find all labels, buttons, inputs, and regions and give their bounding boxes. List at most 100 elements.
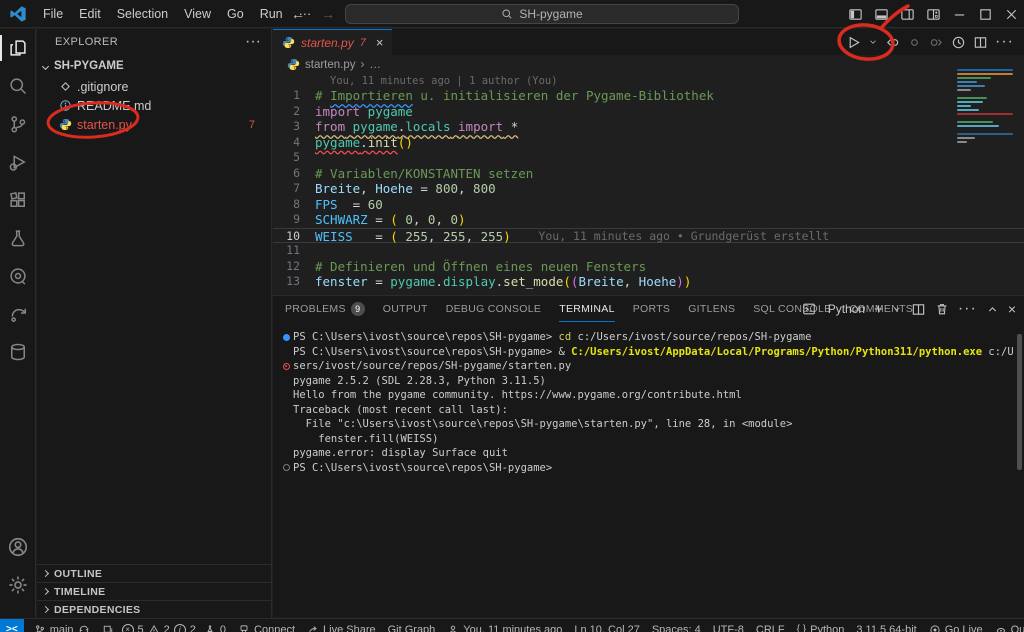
- status-encoding[interactable]: UTF-8: [707, 619, 750, 632]
- panel-tab-ports[interactable]: PORTS: [633, 296, 670, 322]
- status-text: main: [50, 624, 74, 632]
- project-name: SH-PYGAME: [54, 60, 124, 72]
- section-dependencies[interactable]: DEPENDENCIES: [37, 600, 272, 618]
- status-indentation[interactable]: Spaces: 4: [646, 619, 707, 632]
- activitybar-search[interactable]: [0, 67, 36, 105]
- remote-indicator[interactable]: ><: [0, 619, 24, 632]
- activitybar-run-debug[interactable]: [0, 143, 36, 181]
- split-icon[interactable]: [911, 302, 926, 317]
- minimap[interactable]: [957, 69, 1014, 145]
- status-branch[interactable]: main: [28, 619, 96, 632]
- status-warnings[interactable]: 2: [146, 619, 172, 632]
- chev-down-icon[interactable]: [868, 37, 878, 47]
- line-number: 2: [273, 104, 315, 120]
- activitybar-database[interactable]: [0, 333, 36, 371]
- nav-back-icon[interactable]: ←: [285, 6, 311, 22]
- maximize-icon[interactable]: [972, 0, 998, 28]
- status-infos[interactable]: i2: [172, 619, 198, 632]
- status-cursor-position[interactable]: Ln 10, Col 27: [568, 619, 645, 632]
- diamond-icon: [59, 80, 72, 93]
- plus-icon[interactable]: +: [874, 302, 883, 317]
- activitybar-source-control[interactable]: [0, 105, 36, 143]
- line-number: 11: [273, 243, 315, 259]
- layout-panel-icon[interactable]: [868, 0, 894, 28]
- status-text: Quokka: [1011, 624, 1024, 632]
- nav-forward-icon[interactable]: →: [315, 6, 341, 22]
- braces-icon: { }: [797, 624, 806, 632]
- chev-down-icon[interactable]: [892, 304, 902, 314]
- status-interpreter[interactable]: 3.11.5 64-bit: [850, 619, 922, 632]
- python-file-icon: [287, 58, 300, 71]
- panel-tab-debug-console[interactable]: DEBUG CONSOLE: [446, 296, 542, 322]
- shell-label[interactable]: Python: [828, 302, 865, 316]
- minimap-line: [957, 77, 991, 79]
- close-icon[interactable]: [998, 0, 1024, 28]
- change-icon[interactable]: [907, 35, 922, 50]
- layout-sidebar-right-icon[interactable]: [894, 0, 920, 28]
- prev-change-icon[interactable]: [885, 35, 900, 50]
- tree-root-sh-pygame[interactable]: SH-PYGAME: [37, 55, 271, 77]
- python-icon: [59, 118, 72, 131]
- editor-group: starten.py 7 × ··· starten.py › … You, 1…: [273, 29, 1024, 295]
- section-timeline[interactable]: TIMELINE: [37, 582, 272, 600]
- activitybar-testing[interactable]: [0, 219, 36, 257]
- menu-edit[interactable]: Edit: [71, 4, 109, 24]
- status-bar: >< main×52i20ConnectLive ShareGit Graph …: [0, 618, 1024, 632]
- status-go-live[interactable]: Go Live: [923, 619, 989, 632]
- line-number: 1: [273, 88, 315, 104]
- status-language-mode[interactable]: { }Python: [791, 619, 851, 632]
- more-icon[interactable]: ···: [958, 300, 977, 318]
- search-value: SH-pygame: [519, 7, 582, 21]
- activitybar-git-actions[interactable]: [0, 295, 36, 333]
- status-eol[interactable]: CRLF: [750, 619, 791, 632]
- err-glyph-icon: ×: [122, 624, 134, 632]
- command-center-search[interactable]: SH-pygame: [345, 4, 739, 24]
- file-starten-py[interactable]: starten.py7: [37, 115, 271, 134]
- chev-up-icon[interactable]: [986, 303, 999, 316]
- close-x-icon[interactable]: ×: [1008, 302, 1016, 316]
- trash-icon[interactable]: [935, 302, 949, 316]
- layout-grid-icon[interactable]: [920, 0, 946, 28]
- section-outline[interactable]: OUTLINE: [37, 564, 272, 582]
- more-icon[interactable]: ···: [995, 33, 1014, 51]
- sidebar-more-icon[interactable]: ···: [245, 33, 261, 51]
- status-broadcast[interactable]: 0: [198, 619, 232, 632]
- next-change-icon[interactable]: [929, 35, 944, 50]
- activitybar-settings[interactable]: [0, 566, 36, 604]
- minimize-icon[interactable]: [946, 0, 972, 28]
- menu-go[interactable]: Go: [219, 4, 252, 24]
- breadcrumb[interactable]: starten.py › …: [273, 55, 1024, 74]
- menu-file[interactable]: File: [35, 4, 71, 24]
- menu-selection[interactable]: Selection: [109, 4, 176, 24]
- status-quokka[interactable]: Quokka: [989, 619, 1024, 632]
- status-errors[interactable]: ×5: [120, 619, 146, 632]
- panel-tab-problems[interactable]: PROBLEMS9: [285, 296, 365, 322]
- status-live-share[interactable]: Live Share: [301, 619, 382, 632]
- tab-starten-py[interactable]: starten.py 7 ×: [273, 29, 392, 55]
- quokka-icon: [995, 624, 1007, 632]
- activitybar-extensions[interactable]: [0, 181, 36, 219]
- status-compare[interactable]: [96, 619, 120, 632]
- history-icon[interactable]: [951, 35, 966, 50]
- tab-close-icon[interactable]: ×: [376, 35, 384, 50]
- chevron-down-icon: [42, 62, 49, 69]
- split-icon[interactable]: [973, 35, 988, 50]
- play-icon[interactable]: [846, 35, 861, 50]
- file--gitignore[interactable]: .gitignore: [37, 77, 271, 96]
- panel-tab-gitlens[interactable]: GITLENS: [688, 296, 735, 322]
- menu-view[interactable]: View: [176, 4, 219, 24]
- panel-tab-terminal[interactable]: TERMINAL: [559, 296, 615, 322]
- terminal-scrollbar[interactable]: [1017, 334, 1022, 470]
- panel-tab-output[interactable]: OUTPUT: [383, 296, 428, 322]
- status-git-graph[interactable]: Git Graph: [382, 619, 442, 632]
- activitybar-explorer[interactable]: [0, 29, 36, 67]
- activitybar-gitlens[interactable]: [0, 257, 36, 295]
- code-editor[interactable]: You, 11 minutes ago | 1 author (You) 1# …: [273, 74, 1024, 290]
- layout-sidebar-left-icon[interactable]: [842, 0, 868, 28]
- gitlens-codelens[interactable]: You, 11 minutes ago | 1 author (You): [273, 74, 1024, 88]
- status-blame-status[interactable]: You, 11 minutes ago: [441, 619, 568, 632]
- file-readme-md[interactable]: README.md: [37, 96, 271, 115]
- status-sql-connect[interactable]: Connect: [232, 619, 301, 632]
- activitybar-account[interactable]: [0, 528, 36, 566]
- terminal[interactable]: PS C:\Users\ivost\source\repos\SH-pygame…: [273, 322, 1024, 475]
